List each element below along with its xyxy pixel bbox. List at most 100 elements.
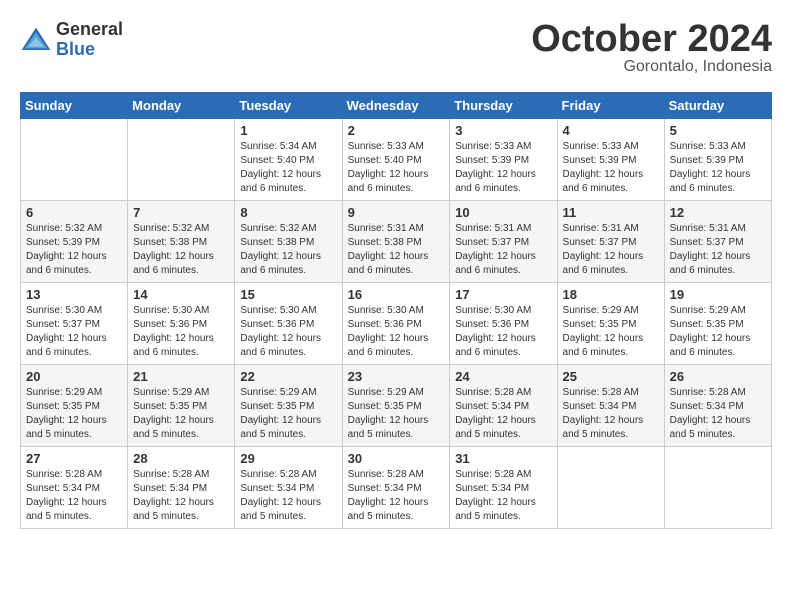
- calendar-cell: 23 Sunrise: 5:29 AM Sunset: 5:35 PM Dayli…: [342, 365, 450, 447]
- day-number: 17: [455, 287, 551, 302]
- day-number: 7: [133, 205, 229, 220]
- calendar-cell: 2 Sunrise: 5:33 AM Sunset: 5:40 PM Daylig…: [342, 119, 450, 201]
- calendar-cell: 18 Sunrise: 5:29 AM Sunset: 5:35 PM Dayli…: [557, 283, 664, 365]
- calendar-cell: 7 Sunrise: 5:32 AM Sunset: 5:38 PM Daylig…: [128, 201, 235, 283]
- day-info: Sunrise: 5:29 AM Sunset: 5:35 PM Dayligh…: [348, 386, 445, 442]
- calendar-cell: 31Sunrise: 5:28 AM Sunset: 5:34 PM Dayli…: [450, 447, 557, 529]
- calendar-cell: 25Sunrise: 5:28 AM Sunset: 5:34 PM Dayli…: [557, 365, 664, 447]
- calendar-cell: 17 Sunrise: 5:30 AM Sunset: 5:36 PM Dayli…: [450, 283, 557, 365]
- day-info: Sunrise: 5:33 AM Sunset: 5:40 PM Dayligh…: [348, 140, 445, 196]
- calendar-cell: [557, 447, 664, 529]
- day-info: Sunrise: 5:28 AM Sunset: 5:34 PM Dayligh…: [563, 386, 659, 442]
- calendar-cell: 16 Sunrise: 5:30 AM Sunset: 5:36 PM Dayli…: [342, 283, 450, 365]
- day-number: 12: [670, 205, 766, 220]
- day-info: Sunrise: 5:28 AM Sunset: 5:34 PM Dayligh…: [455, 386, 551, 442]
- day-number: 26: [670, 369, 766, 384]
- day-number: 9: [348, 205, 445, 220]
- calendar-cell: 12 Sunrise: 5:31 AM Sunset: 5:37 PM Dayli…: [664, 201, 771, 283]
- day-info: Sunrise: 5:30 AM Sunset: 5:36 PM Dayligh…: [240, 304, 336, 360]
- day-number: 23: [348, 369, 445, 384]
- day-info: Sunrise: 5:32 AM Sunset: 5:38 PM Dayligh…: [133, 222, 229, 278]
- calendar-cell: 27 Sunrise: 5:28 AM Sunset: 5:34 PM Dayli…: [21, 447, 128, 529]
- calendar-cell: [21, 119, 128, 201]
- day-number: 27: [26, 451, 122, 466]
- calendar-week-1: 1Sunrise: 5:34 AM Sunset: 5:40 PM Daylig…: [21, 119, 772, 201]
- day-number: 22: [240, 369, 336, 384]
- day-info: Sunrise: 5:31 AM Sunset: 5:38 PM Dayligh…: [348, 222, 445, 278]
- day-number: 30: [348, 451, 445, 466]
- day-number: 28: [133, 451, 229, 466]
- calendar-cell: 10 Sunrise: 5:31 AM Sunset: 5:37 PM Dayli…: [450, 201, 557, 283]
- calendar-cell: 13Sunrise: 5:30 AM Sunset: 5:37 PM Dayli…: [21, 283, 128, 365]
- calendar-cell: 6 Sunrise: 5:32 AM Sunset: 5:39 PM Daylig…: [21, 201, 128, 283]
- calendar-cell: 24 Sunrise: 5:28 AM Sunset: 5:34 PM Dayli…: [450, 365, 557, 447]
- day-number: 31: [455, 451, 551, 466]
- calendar-cell: 28 Sunrise: 5:28 AM Sunset: 5:34 PM Dayli…: [128, 447, 235, 529]
- day-info: Sunrise: 5:28 AM Sunset: 5:34 PM Dayligh…: [240, 468, 336, 524]
- calendar-cell: 19 Sunrise: 5:29 AM Sunset: 5:35 PM Dayli…: [664, 283, 771, 365]
- day-info: Sunrise: 5:34 AM Sunset: 5:40 PM Dayligh…: [240, 140, 336, 196]
- day-info: Sunrise: 5:31 AM Sunset: 5:37 PM Dayligh…: [670, 222, 766, 278]
- day-number: 10: [455, 205, 551, 220]
- calendar-cell: 29 Sunrise: 5:28 AM Sunset: 5:34 PM Dayli…: [235, 447, 342, 529]
- calendar-cell: [128, 119, 235, 201]
- calendar-cell: 5Sunrise: 5:33 AM Sunset: 5:39 PM Daylig…: [664, 119, 771, 201]
- day-info: Sunrise: 5:28 AM Sunset: 5:34 PM Dayligh…: [348, 468, 445, 524]
- calendar-cell: [664, 447, 771, 529]
- day-number: 19: [670, 287, 766, 302]
- calendar-cell: 20Sunrise: 5:29 AM Sunset: 5:35 PM Dayli…: [21, 365, 128, 447]
- calendar-cell: 11Sunrise: 5:31 AM Sunset: 5:37 PM Dayli…: [557, 201, 664, 283]
- title-block: October 2024 Gorontalo, Indonesia: [531, 20, 772, 76]
- day-number: 18: [563, 287, 659, 302]
- day-header-saturday: Saturday: [664, 93, 771, 119]
- calendar-cell: 14Sunrise: 5:30 AM Sunset: 5:36 PM Dayli…: [128, 283, 235, 365]
- calendar-cell: 1Sunrise: 5:34 AM Sunset: 5:40 PM Daylig…: [235, 119, 342, 201]
- day-info: Sunrise: 5:29 AM Sunset: 5:35 PM Dayligh…: [240, 386, 336, 442]
- logo-blue-text: Blue: [56, 40, 123, 60]
- calendar-week-3: 13Sunrise: 5:30 AM Sunset: 5:37 PM Dayli…: [21, 283, 772, 365]
- logo-text: General Blue: [56, 20, 123, 60]
- day-info: Sunrise: 5:33 AM Sunset: 5:39 PM Dayligh…: [455, 140, 551, 196]
- calendar-cell: 30 Sunrise: 5:28 AM Sunset: 5:34 PM Dayli…: [342, 447, 450, 529]
- day-info: Sunrise: 5:30 AM Sunset: 5:36 PM Dayligh…: [348, 304, 445, 360]
- day-number: 11: [563, 205, 659, 220]
- day-number: 6: [26, 205, 122, 220]
- day-info: Sunrise: 5:29 AM Sunset: 5:35 PM Dayligh…: [26, 386, 122, 442]
- day-number: 24: [455, 369, 551, 384]
- day-info: Sunrise: 5:32 AM Sunset: 5:38 PM Dayligh…: [240, 222, 336, 278]
- day-info: Sunrise: 5:30 AM Sunset: 5:36 PM Dayligh…: [455, 304, 551, 360]
- calendar-week-5: 27 Sunrise: 5:28 AM Sunset: 5:34 PM Dayli…: [21, 447, 772, 529]
- logo: General Blue: [20, 20, 123, 60]
- calendar-cell: 4 Sunrise: 5:33 AM Sunset: 5:39 PM Daylig…: [557, 119, 664, 201]
- day-info: Sunrise: 5:33 AM Sunset: 5:39 PM Dayligh…: [563, 140, 659, 196]
- day-info: Sunrise: 5:32 AM Sunset: 5:39 PM Dayligh…: [26, 222, 122, 278]
- calendar-cell: 22 Sunrise: 5:29 AM Sunset: 5:35 PM Dayli…: [235, 365, 342, 447]
- day-info: Sunrise: 5:30 AM Sunset: 5:36 PM Dayligh…: [133, 304, 229, 360]
- day-number: 8: [240, 205, 336, 220]
- day-info: Sunrise: 5:28 AM Sunset: 5:34 PM Dayligh…: [133, 468, 229, 524]
- day-info: Sunrise: 5:29 AM Sunset: 5:35 PM Dayligh…: [563, 304, 659, 360]
- day-info: Sunrise: 5:28 AM Sunset: 5:34 PM Dayligh…: [26, 468, 122, 524]
- day-header-monday: Monday: [128, 93, 235, 119]
- calendar-table: SundayMondayTuesdayWednesdayThursdayFrid…: [20, 92, 772, 529]
- page-header: General Blue October 2024 Gorontalo, Ind…: [20, 20, 772, 76]
- day-header-friday: Friday: [557, 93, 664, 119]
- day-number: 29: [240, 451, 336, 466]
- day-number: 16: [348, 287, 445, 302]
- day-number: 15: [240, 287, 336, 302]
- day-number: 3: [455, 123, 551, 138]
- calendar-cell: 15 Sunrise: 5:30 AM Sunset: 5:36 PM Dayli…: [235, 283, 342, 365]
- day-number: 2: [348, 123, 445, 138]
- day-info: Sunrise: 5:28 AM Sunset: 5:34 PM Dayligh…: [670, 386, 766, 442]
- day-info: Sunrise: 5:31 AM Sunset: 5:37 PM Dayligh…: [455, 222, 551, 278]
- day-header-wednesday: Wednesday: [342, 93, 450, 119]
- day-header-tuesday: Tuesday: [235, 93, 342, 119]
- calendar-header-row: SundayMondayTuesdayWednesdayThursdayFrid…: [21, 93, 772, 119]
- day-number: 4: [563, 123, 659, 138]
- day-header-sunday: Sunday: [21, 93, 128, 119]
- day-info: Sunrise: 5:29 AM Sunset: 5:35 PM Dayligh…: [133, 386, 229, 442]
- calendar-cell: 3 Sunrise: 5:33 AM Sunset: 5:39 PM Daylig…: [450, 119, 557, 201]
- day-header-thursday: Thursday: [450, 93, 557, 119]
- day-info: Sunrise: 5:29 AM Sunset: 5:35 PM Dayligh…: [670, 304, 766, 360]
- logo-icon: [20, 26, 52, 54]
